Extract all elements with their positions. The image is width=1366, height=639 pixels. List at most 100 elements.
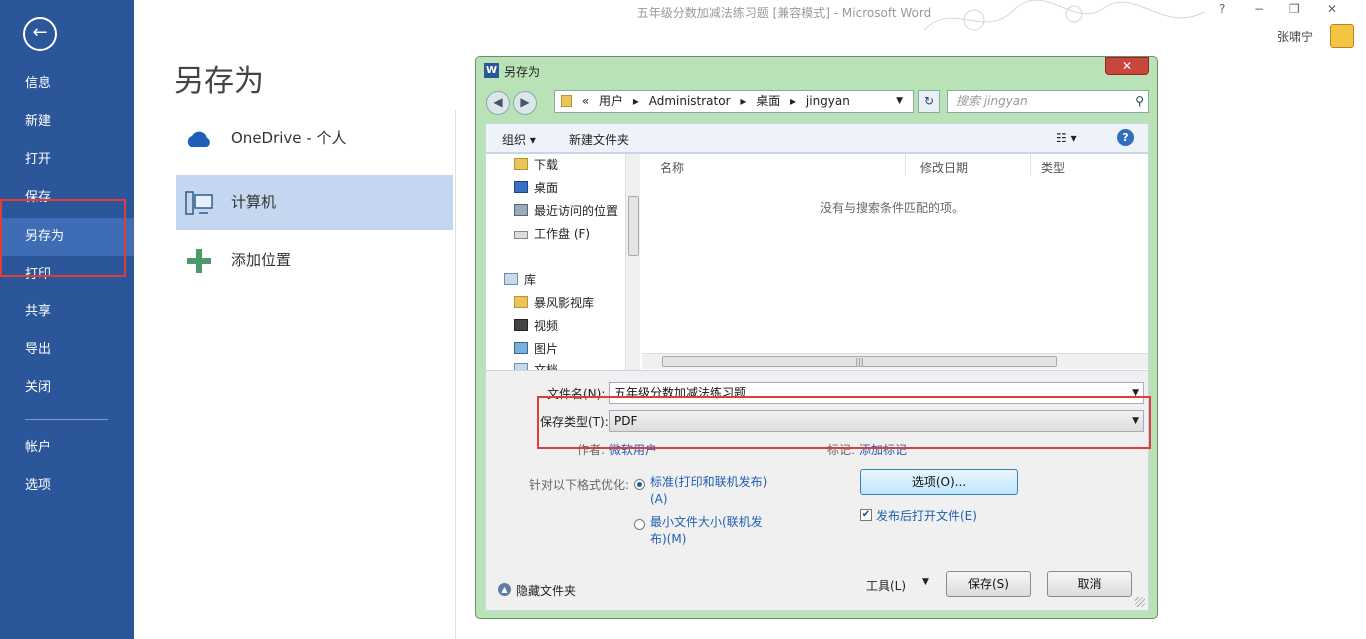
option-standard-label[interactable]: 标准(打印和联机发布) (A) <box>650 474 767 508</box>
open-after-publish-label[interactable]: 发布后打开文件(E) <box>876 507 977 524</box>
tree-item-baofeng[interactable]: 暴风影视库 <box>514 293 594 313</box>
horizontal-scrollbar[interactable]: ||| <box>642 353 1148 369</box>
nav-item-options[interactable]: 选项 <box>0 467 134 505</box>
column-type[interactable]: 类型 <box>1041 159 1065 176</box>
hide-folders-button[interactable]: 隐藏文件夹 <box>516 582 576 599</box>
highlight-box-save-type <box>537 396 1151 449</box>
new-folder-button[interactable]: 新建文件夹 <box>569 131 629 148</box>
chevron-down-icon[interactable]: ▼ <box>922 577 929 587</box>
user-name[interactable]: 张啸宁 <box>1277 28 1313 45</box>
chevron-down-icon[interactable]: ▼ <box>896 91 903 112</box>
address-bar[interactable]: « 用户 ▸ Administrator ▸ 桌面 ▸ jingyan ▼ <box>554 90 914 113</box>
tree-item-pictures[interactable]: 图片 <box>514 339 558 359</box>
tools-button[interactable]: 工具(L) <box>866 577 906 594</box>
breadcrumb-sep: ▸ <box>632 94 639 108</box>
file-browser: 下载 桌面 最近访问的位置 工作盘 (F) 库 暴风影视库 视频 图片 文档 名… <box>485 153 1149 371</box>
scroll-thumb[interactable]: ||| <box>662 356 1057 367</box>
help-icon[interactable]: ? <box>1117 129 1134 146</box>
back-arrow-icon[interactable]: ← <box>23 17 57 51</box>
tree-label: 暴风影视库 <box>534 296 595 310</box>
optimize-label: 针对以下格式优化: <box>529 478 630 492</box>
window-title: 五年级分数加减法练习题 [兼容模式] - Microsoft Word <box>636 6 932 20</box>
location-add-place[interactable]: 添加位置 <box>176 233 453 288</box>
option-line: 标准(打印和联机发布) <box>650 475 768 489</box>
folder-icon <box>561 95 572 107</box>
option-minimum-label[interactable]: 最小文件大小(联机发 布)(M) <box>650 514 763 548</box>
forward-nav-icon[interactable]: ▶ <box>513 91 537 115</box>
document-icon <box>514 363 528 370</box>
refresh-icon[interactable]: ↻ <box>918 90 940 113</box>
avatar[interactable] <box>1330 24 1354 48</box>
radio-standard[interactable] <box>634 479 645 490</box>
nav-item-share[interactable]: 共享 <box>0 293 134 331</box>
breadcrumb-jingyan[interactable]: jingyan <box>806 94 850 108</box>
help-window-icon[interactable]: ? <box>1219 2 1225 16</box>
breadcrumb-users[interactable]: 用户 <box>599 94 623 108</box>
location-onedrive[interactable]: OneDrive - 个人 <box>176 111 453 166</box>
option-line: (A) <box>650 492 668 506</box>
location-label: 添加位置 <box>231 251 292 269</box>
radio-minimum[interactable] <box>634 519 645 530</box>
search-input[interactable]: 搜索 jingyan ⚲ <box>947 90 1149 113</box>
dialog-title: 另存为 <box>504 65 541 79</box>
tree-item-drive-f[interactable]: 工作盘 (F) <box>514 224 590 244</box>
resize-grip[interactable] <box>1135 597 1145 607</box>
column-separator <box>905 154 906 176</box>
nav-item-info[interactable]: 信息 <box>0 65 134 103</box>
location-label: OneDrive - 个人 <box>231 129 347 147</box>
tree-item-videos[interactable]: 视频 <box>514 316 558 336</box>
options-button[interactable]: 选项(O)... <box>860 469 1018 495</box>
breadcrumb-administrator[interactable]: Administrator <box>649 94 731 108</box>
breadcrumb-desktop[interactable]: 桌面 <box>756 94 780 108</box>
column-separator <box>1030 154 1031 176</box>
picture-icon <box>514 342 528 354</box>
save-as-dialog: W 另存为 ✕ ◀ ▶ « 用户 ▸ Administrator ▸ 桌面 ▸ … <box>475 56 1158 619</box>
tree-label: 视频 <box>534 319 559 333</box>
file-list: 名称 修改日期 类型 没有与搜索条件匹配的项。 ||| <box>642 154 1148 370</box>
open-after-publish-checkbox[interactable]: ✔ <box>860 509 872 521</box>
nav-item-account[interactable]: 帐户 <box>0 429 134 467</box>
computer-icon <box>185 191 213 215</box>
title-bar: 五年级分数加减法练习题 [兼容模式] - Microsoft Word ? − … <box>134 0 1366 48</box>
back-nav-icon[interactable]: ◀ <box>486 91 510 115</box>
organize-button[interactable]: 组织 ▾ <box>502 131 536 148</box>
view-toggle-icon[interactable]: ☷ ▾ <box>1056 131 1077 145</box>
nav-item-open[interactable]: 打开 <box>0 141 134 179</box>
folder-tree: 下载 桌面 最近访问的位置 工作盘 (F) 库 暴风影视库 视频 图片 文档 <box>486 154 641 370</box>
scroll-thumb[interactable] <box>628 196 639 256</box>
library-icon <box>504 273 518 285</box>
minimize-icon[interactable]: − <box>1254 2 1264 16</box>
tree-item-recent[interactable]: 最近访问的位置 <box>514 201 618 221</box>
cancel-button[interactable]: 取消 <box>1047 571 1132 597</box>
tree-item-libraries[interactable]: 库 <box>504 270 536 290</box>
page-title: 另存为 <box>174 64 264 99</box>
chevron-up-icon[interactable]: ▲ <box>498 583 511 596</box>
search-placeholder: 搜索 jingyan <box>956 94 1028 108</box>
location-computer[interactable]: 计算机 <box>176 175 453 230</box>
restore-icon[interactable]: ❐ <box>1289 2 1300 16</box>
nav-item-new[interactable]: 新建 <box>0 103 134 141</box>
dialog-close-button[interactable]: ✕ <box>1105 57 1149 75</box>
nav-item-close[interactable]: 关闭 <box>0 369 134 407</box>
tree-item-documents[interactable]: 文档 <box>514 360 558 370</box>
tree-label: 工作盘 (F) <box>534 227 591 241</box>
column-modified[interactable]: 修改日期 <box>920 159 968 176</box>
drive-icon <box>514 231 528 239</box>
video-icon <box>514 319 528 331</box>
tree-item-desktop[interactable]: 桌面 <box>514 178 558 198</box>
breadcrumb-sep: ▸ <box>740 94 747 108</box>
empty-message: 没有与搜索条件匹配的项。 <box>819 201 964 215</box>
breadcrumb-overflow[interactable]: « <box>582 94 589 108</box>
save-button[interactable]: 保存(S) <box>946 571 1031 597</box>
column-name[interactable]: 名称 <box>660 159 684 176</box>
close-window-icon[interactable]: ✕ <box>1327 2 1337 16</box>
panel-divider <box>455 110 456 639</box>
search-icon[interactable]: ⚲ <box>1135 91 1144 112</box>
dialog-toolbar: 组织 ▾ 新建文件夹 ☷ ▾ ? <box>485 123 1149 153</box>
tree-label: 文档 <box>534 363 559 370</box>
word-icon: W <box>484 63 499 78</box>
nav-item-export[interactable]: 导出 <box>0 331 134 369</box>
location-label: 计算机 <box>231 193 277 211</box>
tree-item-downloads[interactable]: 下载 <box>514 155 558 175</box>
tree-scrollbar[interactable] <box>625 154 640 370</box>
